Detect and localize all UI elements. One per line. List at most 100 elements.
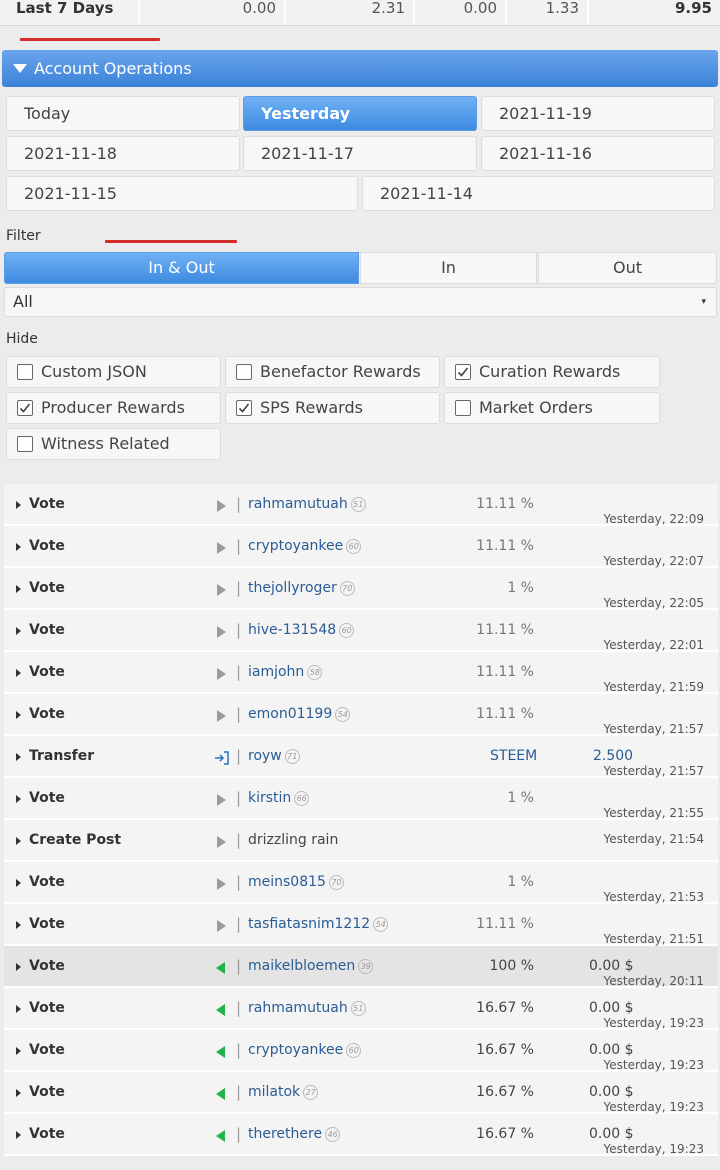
expand-arrow-icon[interactable] bbox=[16, 1089, 21, 1097]
operation-timestamp: Yesterday, 19:23 bbox=[603, 1142, 704, 1156]
expand-arrow-icon[interactable] bbox=[16, 711, 21, 719]
expand-arrow-icon[interactable] bbox=[16, 1047, 21, 1055]
vote-weight: 1 % bbox=[507, 790, 534, 806]
operation-type: Vote bbox=[29, 580, 65, 596]
operation-type: Vote bbox=[29, 1126, 65, 1142]
operation-row[interactable]: Vote | iamjohn 58 11.11 % Yesterday, 21:59 bbox=[4, 652, 718, 694]
operation-type: Vote bbox=[29, 496, 65, 512]
operation-row[interactable]: Vote | meins0815 70 1 % Yesterday, 21:53 bbox=[4, 862, 718, 904]
operation-row[interactable]: Vote | milatok 27 16.67 % 0.00 $ Yesterday, 19… bbox=[4, 1072, 718, 1114]
hide-custom-json-checkbox[interactable]: Custom JSON bbox=[6, 356, 221, 388]
separator: | bbox=[236, 495, 242, 513]
operation-timestamp: Yesterday, 20:11 bbox=[603, 974, 704, 988]
hide-curation-rewards-checkbox[interactable]: Curation Rewards bbox=[444, 356, 660, 388]
operation-row[interactable]: Vote | therethere 46 16.67 % 0.00 $ Yesterday,… bbox=[4, 1114, 718, 1156]
expand-arrow-icon[interactable] bbox=[16, 543, 21, 551]
operation-timestamp: Yesterday, 19:23 bbox=[603, 1058, 704, 1072]
summary-total: 9.95 bbox=[674, 0, 712, 17]
operation-timestamp: Yesterday, 21:57 bbox=[603, 764, 704, 778]
date-button[interactable]: 2021-11-19 bbox=[481, 96, 715, 131]
separator: | bbox=[236, 831, 242, 849]
hide-label: Hide bbox=[6, 331, 38, 347]
account-link[interactable]: tasfiatasnim1212 54 bbox=[248, 916, 389, 932]
operation-type-select[interactable]: All ▾ bbox=[4, 287, 717, 317]
operation-type: Vote bbox=[29, 874, 65, 890]
date-button-yesterday[interactable]: Yesterday bbox=[243, 96, 477, 131]
filter-tab-in[interactable]: In bbox=[360, 252, 537, 284]
filter-tab-in-out[interactable]: In & Out bbox=[4, 252, 359, 284]
account-name: cryptoyankee bbox=[248, 1042, 344, 1058]
operation-timestamp: Yesterday, 19:23 bbox=[603, 1100, 704, 1114]
account-link[interactable]: thejollyroger 70 bbox=[248, 580, 355, 596]
hide-market-orders-checkbox[interactable]: Market Orders bbox=[444, 392, 660, 424]
account-link[interactable]: milatok 27 bbox=[248, 1084, 319, 1100]
account-link[interactable]: rahmamutuah 51 bbox=[248, 1000, 366, 1016]
hide-producer-rewards-checkbox[interactable]: Producer Rewards bbox=[6, 392, 221, 424]
vote-value: 0.00 $ bbox=[589, 958, 634, 974]
operation-row[interactable]: Vote | cryptoyankee 60 16.67 % 0.00 $ Yesterda… bbox=[4, 1030, 718, 1072]
account-name: kirstin bbox=[248, 790, 292, 806]
operation-row[interactable]: Create Post | drizzling rain Yesterday, 21:… bbox=[4, 820, 718, 862]
collapse-triangle-icon bbox=[13, 64, 27, 73]
operation-type: Vote bbox=[29, 916, 65, 932]
account-link[interactable]: kirstin 66 bbox=[248, 790, 310, 806]
account-link[interactable]: rahmamutuah 51 bbox=[248, 496, 366, 512]
expand-arrow-icon[interactable] bbox=[16, 501, 21, 509]
operation-row[interactable]: Vote | maikelbloemen 39 100 % 0.00 $ Yesterday… bbox=[4, 946, 718, 988]
operation-row[interactable]: Vote | rahmamutuah 51 16.67 % 0.00 $ Yesterday… bbox=[4, 988, 718, 1030]
hide-benefactor-rewards-checkbox[interactable]: Benefactor Rewards bbox=[225, 356, 440, 388]
chevron-down-icon: ▾ bbox=[701, 297, 706, 307]
account-name: meins0815 bbox=[248, 874, 326, 890]
operation-row[interactable]: Transfer | royw 71 STEEM 2.500 Yesterday, 21:5… bbox=[4, 736, 718, 778]
account-link[interactable]: therethere 46 bbox=[248, 1126, 341, 1142]
account-operations-title: Account Operations bbox=[34, 59, 192, 78]
operation-row[interactable]: Vote | kirstin 66 1 % Yesterday, 21:55 bbox=[4, 778, 718, 820]
operation-row[interactable]: Vote | rahmamutuah 51 11.11 % Yesterday, 22:0… bbox=[4, 484, 718, 526]
expand-arrow-icon[interactable] bbox=[16, 753, 21, 761]
date-button[interactable]: 2021-11-16 bbox=[481, 136, 715, 171]
vote-value: 0.00 $ bbox=[589, 1084, 634, 1100]
date-button-today[interactable]: Today bbox=[6, 96, 240, 131]
expand-arrow-icon[interactable] bbox=[16, 795, 21, 803]
operation-row[interactable]: Vote | tasfiatasnim1212 54 11.11 % Yesterday,… bbox=[4, 904, 718, 946]
date-button[interactable]: 2021-11-18 bbox=[6, 136, 240, 171]
expand-arrow-icon[interactable] bbox=[16, 963, 21, 971]
date-button[interactable]: 2021-11-17 bbox=[243, 136, 477, 171]
date-button[interactable]: 2021-11-14 bbox=[362, 176, 715, 211]
account-link[interactable]: maikelbloemen 39 bbox=[248, 958, 374, 974]
date-button[interactable]: 2021-11-15 bbox=[6, 176, 358, 211]
separator: | bbox=[236, 999, 242, 1017]
account-link[interactable]: emon01199 54 bbox=[248, 706, 351, 722]
vote-weight: 16.67 % bbox=[476, 1084, 534, 1100]
account-link[interactable]: cryptoyankee 60 bbox=[248, 538, 362, 554]
hide-sps-rewards-checkbox[interactable]: SPS Rewards bbox=[225, 392, 440, 424]
operation-row[interactable]: Vote | hive-131548 60 11.11 % Yesterday, 22:0… bbox=[4, 610, 718, 652]
expand-arrow-icon[interactable] bbox=[16, 1131, 21, 1139]
separator: | bbox=[236, 705, 242, 723]
filter-label: Filter bbox=[6, 228, 41, 244]
account-link[interactable]: cryptoyankee 60 bbox=[248, 1042, 362, 1058]
expand-arrow-icon[interactable] bbox=[16, 585, 21, 593]
expand-arrow-icon[interactable] bbox=[16, 879, 21, 887]
operation-type: Vote bbox=[29, 1042, 65, 1058]
checkbox-label: Curation Rewards bbox=[479, 362, 621, 381]
expand-arrow-icon[interactable] bbox=[16, 921, 21, 929]
account-link[interactable]: hive-131548 60 bbox=[248, 622, 355, 638]
expand-arrow-icon[interactable] bbox=[16, 627, 21, 635]
vote-weight: 16.67 % bbox=[476, 1126, 534, 1142]
separator: | bbox=[236, 1041, 242, 1059]
account-operations-header[interactable]: Account Operations bbox=[2, 50, 718, 87]
checkbox-unchecked-icon bbox=[17, 436, 33, 452]
expand-arrow-icon[interactable] bbox=[16, 837, 21, 845]
account-link[interactable]: iamjohn 58 bbox=[248, 664, 323, 680]
account-link[interactable]: meins0815 70 bbox=[248, 874, 344, 890]
expand-arrow-icon[interactable] bbox=[16, 669, 21, 677]
account-link[interactable]: royw 71 bbox=[248, 748, 300, 764]
filter-tab-out[interactable]: Out bbox=[538, 252, 717, 284]
operation-row[interactable]: Vote | emon01199 54 11.11 % Yesterday, 21:57 bbox=[4, 694, 718, 736]
operation-row[interactable]: Vote | cryptoyankee 60 11.11 % Yesterday, 22:… bbox=[4, 526, 718, 568]
expand-arrow-icon[interactable] bbox=[16, 1005, 21, 1013]
separator: | bbox=[236, 1125, 242, 1143]
operation-row[interactable]: Vote | thejollyroger 70 1 % Yesterday, 22:05 bbox=[4, 568, 718, 610]
hide-witness-related-checkbox[interactable]: Witness Related bbox=[6, 428, 221, 460]
